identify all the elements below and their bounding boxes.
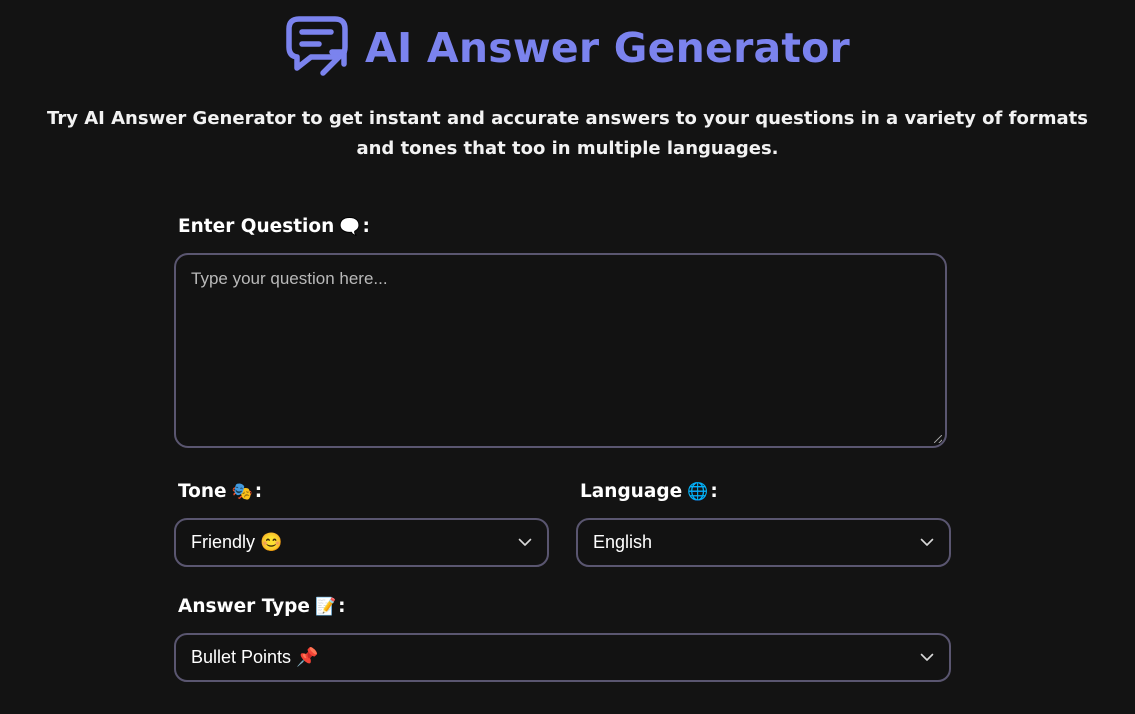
tone-label: Tone: [178, 481, 227, 502]
header: AI Answer Generator: [0, 14, 1135, 78]
chevron-down-icon: [920, 653, 934, 661]
tone-selected-value: Friendly 😊: [191, 532, 283, 552]
page: AI Answer Generator Try AI Answer Genera…: [0, 0, 1135, 714]
answer-type-selected-value: Bullet Points 📌: [191, 647, 319, 667]
chat-bubble-share-icon: [286, 16, 348, 76]
answer-type-label-row: Answer Type 📝:: [178, 596, 346, 617]
answer-type-label: Answer Type: [178, 596, 310, 617]
question-label: Enter Question: [178, 216, 335, 237]
language-selected-value: English: [593, 532, 653, 552]
theater-masks-emoji-icon: 🎭: [231, 482, 253, 502]
question-textarea[interactable]: Type your question here...: [174, 253, 947, 448]
language-label-row: Language 🌐:: [580, 481, 718, 502]
language-select[interactable]: English: [576, 518, 951, 567]
page-title: AI Answer Generator: [365, 23, 850, 72]
chevron-down-icon: [920, 538, 934, 546]
tone-select[interactable]: Friendly 😊: [174, 518, 549, 567]
memo-emoji-icon: 📝: [314, 597, 337, 617]
globe-emoji-icon: 🌐: [687, 482, 709, 502]
tone-label-row: Tone 🎭:: [178, 481, 263, 502]
resize-handle-icon[interactable]: [934, 435, 942, 443]
question-placeholder: Type your question here...: [191, 269, 388, 288]
page-subtitle: Try AI Answer Generator to get instant a…: [47, 108, 1088, 159]
question-label-row: Enter Question 🗨️:: [178, 216, 370, 237]
chevron-down-icon: [518, 538, 532, 546]
language-label: Language: [580, 481, 683, 502]
speech-bubble-emoji-icon: 🗨️: [339, 217, 361, 237]
answer-type-select[interactable]: Bullet Points 📌: [174, 633, 951, 682]
